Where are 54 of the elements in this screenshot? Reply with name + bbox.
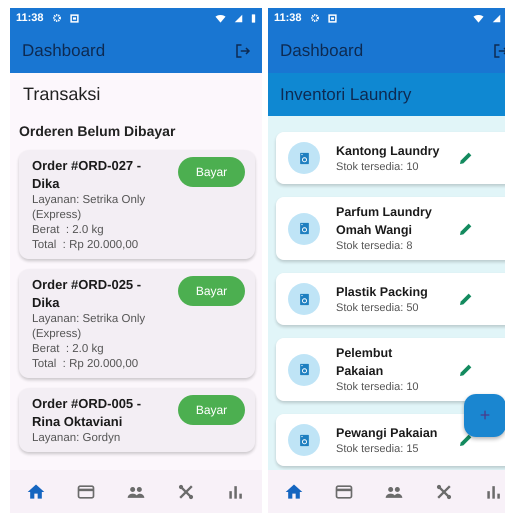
signal-icon: [492, 14, 501, 22]
logout-icon[interactable]: [234, 42, 252, 60]
edit-icon[interactable]: [458, 291, 474, 307]
pay-button[interactable]: Bayar: [178, 395, 245, 425]
logout-icon[interactable]: [492, 42, 505, 60]
stock-text: Stok tersedia: 10: [336, 160, 420, 174]
wifi-icon: [473, 12, 484, 24]
pay-button[interactable]: Bayar: [178, 157, 245, 187]
page-title: Transaksi: [23, 83, 102, 105]
signal-icon: [234, 14, 243, 22]
app-title: Dashboard: [22, 40, 106, 62]
edit-icon[interactable]: [458, 150, 474, 166]
add-button[interactable]: +: [464, 394, 505, 437]
washing-machine-icon: [288, 212, 320, 244]
order-detail: Layanan: Setrika Only (Express): [32, 193, 146, 223]
settings-icon: [52, 13, 62, 23]
stock-text: Stok tersedia: 10: [336, 380, 420, 395]
order-title: Order #ORD-025 - Dika: [32, 276, 142, 312]
washing-machine-icon: [288, 283, 320, 315]
item-name: Pewangi Pakaian: [336, 424, 438, 442]
order-detail: Berat : 2.0 kg: [32, 223, 105, 238]
item-name: Pelembut Pakaian: [336, 345, 394, 380]
order-title: Order #ORD-027 - Dika: [32, 157, 142, 193]
edit-icon[interactable]: [458, 220, 474, 236]
item-name: Parfum Laundry Omah Wangi: [336, 204, 433, 239]
pay-button[interactable]: Bayar: [178, 276, 245, 306]
stock-text: Stok tersedia: 15: [336, 442, 420, 456]
item-name: Plastik Packing: [336, 284, 429, 300]
header-title: Inventori Laundry: [280, 84, 412, 106]
washing-machine-icon: [288, 142, 320, 174]
battery-icon: [251, 12, 256, 24]
wifi-icon: [215, 12, 226, 24]
notification-icon: [328, 14, 337, 22]
item-name: Kantong Laundry: [336, 142, 440, 160]
edit-icon[interactable]: [458, 362, 474, 378]
order-detail: Layanan: Gordyn: [32, 431, 122, 446]
order-detail: Berat : 2.0 kg: [32, 342, 105, 357]
home-icon[interactable]: [26, 482, 46, 502]
stock-text: Stok tersedia: 50: [336, 300, 420, 316]
edit-icon[interactable]: [458, 432, 474, 448]
status-time: 11:38: [16, 10, 44, 26]
order-detail: Layanan: Setrika Only (Express): [32, 312, 146, 342]
order-title: Order #ORD-005 - Rina Oktaviani: [32, 395, 142, 431]
status-time: 11:38: [274, 10, 302, 26]
settings-icon: [310, 13, 320, 23]
section-title: Orderen Belum Dibayar: [19, 122, 176, 141]
order-detail: Total : Rp 20.000,00: [32, 238, 140, 253]
washing-machine-icon: [288, 424, 320, 456]
order-detail: Total : Rp 20.000,00: [32, 357, 140, 372]
washing-machine-icon: [288, 354, 320, 386]
home-icon[interactable]: [284, 482, 304, 502]
notification-icon: [70, 14, 79, 22]
app-title: Dashboard: [280, 40, 364, 62]
stock-text: Stok tersedia: 8: [336, 239, 414, 254]
